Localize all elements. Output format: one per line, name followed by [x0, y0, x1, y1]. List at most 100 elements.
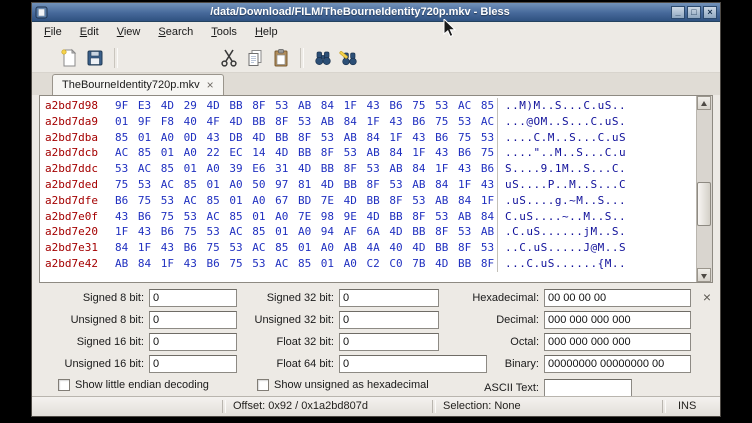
cut-icon: [219, 48, 239, 68]
save-document-icon: [85, 48, 105, 68]
toolbar: [32, 43, 720, 73]
copy-button[interactable]: [242, 45, 268, 71]
menu-item-tools[interactable]: Tools: [202, 22, 246, 43]
decimal-field: Decimal:: [427, 311, 691, 329]
find-button[interactable]: [310, 45, 336, 71]
hexadecimal-input[interactable]: [544, 289, 691, 307]
ascii-text[interactable]: ...C.uS......{M..: [497, 256, 626, 272]
panel-column-right: Hexadecimal:Decimal:Octal:Binary:: [427, 289, 691, 377]
tab-close-icon[interactable]: ×: [207, 80, 214, 90]
hex-bytes[interactable]: 43 B6 75 53 AC 85 01 A0 7E 98 9E 4D BB 8…: [115, 209, 497, 225]
tab-thebourneidentity720p-mkv[interactable]: TheBourneIdentity720p.mkv ×: [52, 74, 224, 95]
statusbar-separator: [662, 400, 666, 413]
hex-bytes[interactable]: AB 84 1F 43 B6 75 53 AC 85 01 A0 C2 C0 7…: [115, 256, 497, 272]
mouse-cursor: [443, 19, 459, 39]
new-document-icon: [59, 48, 79, 68]
close-button[interactable]: ×: [703, 6, 717, 19]
panel-close-icon[interactable]: ×: [703, 291, 711, 303]
checkbox-label: Show little endian decoding: [75, 379, 209, 391]
find-icon: [313, 48, 333, 68]
unsigned-32bit-input[interactable]: [339, 311, 439, 329]
unsigned-8bit-label: Unsigned 8 bit:: [58, 314, 144, 326]
scrollbar-thumb[interactable]: [697, 182, 711, 227]
scroll-up-button[interactable]: [697, 96, 711, 110]
unsigned-16bit-field: Unsigned 16 bit:: [58, 355, 237, 373]
unsigned-8bit-input[interactable]: [149, 311, 237, 329]
ascii-text[interactable]: ..C.uS.....J@M..S: [497, 240, 626, 256]
hex-bytes[interactable]: 01 9F F8 40 4F 4D BB 8F 53 AB 84 1F 43 B…: [115, 114, 497, 130]
vertical-scrollbar[interactable]: [696, 96, 712, 282]
signed-16bit-field: Signed 16 bit:: [58, 333, 237, 351]
hex-row: a2bd7da901 9F F8 40 4F 4D BB 8F 53 AB 84…: [40, 114, 696, 130]
hex-row: a2bd7ded 75 53 AC 85 01 A0 50 97 81 4D BB…: [40, 177, 696, 193]
float-32bit-label: Float 32 bit:: [232, 336, 334, 348]
maximize-button[interactable]: □: [687, 6, 701, 19]
cut-button[interactable]: [216, 45, 242, 71]
signed-16bit-input[interactable]: [149, 333, 237, 351]
new-document-button[interactable]: [56, 45, 82, 71]
ascii-text[interactable]: .uS....g.~M..S...: [497, 193, 626, 209]
menu-item-file[interactable]: File: [35, 22, 71, 43]
hex-row: a2bd7dcbAC 85 01 A0 22 EC 14 4D BB 8F 53…: [40, 145, 696, 161]
ascii-text[interactable]: ...@OM..S...C.uS.: [497, 114, 626, 130]
hex-row: a2bd7ddc53 AC 85 01 A0 39 E6 31 4D BB 8F…: [40, 161, 696, 177]
checkbox-row: Show little endian decoding Show unsigne…: [32, 379, 720, 397]
offset-label: a2bd7e0f: [45, 209, 103, 225]
checkbox-label: Show unsigned as hexadecimal: [274, 379, 429, 391]
ascii-text[interactable]: ..M)M..S...C.uS..: [497, 98, 626, 114]
save-document-button[interactable]: [82, 45, 108, 71]
unsigned-32bit-label: Unsigned 32 bit:: [232, 314, 334, 326]
find-and-replace-icon: [339, 48, 359, 68]
float-32bit-input[interactable]: [339, 333, 439, 351]
statusbar-separator: [222, 400, 226, 413]
offset-label: a2bd7d98: [45, 98, 103, 114]
ascii-text[interactable]: S....9.1M..S...C.: [497, 161, 626, 177]
hex-rows: a2bd7d98 9F E3 4D 29 4D BB 8F 53 AB 84 1F…: [40, 98, 696, 282]
ascii-text[interactable]: .C.uS......jM..S.: [497, 224, 626, 240]
menu-item-view[interactable]: View: [108, 22, 150, 43]
signed-8bit-input[interactable]: [149, 289, 237, 307]
little-endian-checkbox[interactable]: Show little endian decoding: [58, 379, 209, 391]
binary-field: Binary:: [427, 355, 691, 373]
unsigned-hex-checkbox[interactable]: Show unsigned as hexadecimal: [257, 379, 429, 391]
binary-input[interactable]: [544, 355, 691, 373]
signed-32bit-input[interactable]: [339, 289, 439, 307]
hex-bytes[interactable]: 84 1F 43 B6 75 53 AC 85 01 A0 AB 4A 40 4…: [115, 240, 497, 256]
hex-row: a2bd7dfeB6 75 53 AC 85 01 A0 67 BD 7E 4D…: [40, 193, 696, 209]
hexadecimal-label: Hexadecimal:: [427, 292, 539, 304]
paste-icon: [271, 48, 291, 68]
menu-item-help[interactable]: Help: [246, 22, 287, 43]
ascii-text-field: ASCII Text:: [427, 379, 632, 397]
menu-item-search[interactable]: Search: [149, 22, 202, 43]
toolbar-separator: [114, 48, 118, 68]
conversion-panel: Signed 8 bit:Unsigned 8 bit:Signed 16 bi…: [32, 283, 720, 396]
hex-bytes[interactable]: 75 53 AC 85 01 A0 50 97 81 4D BB 8F 53 A…: [115, 177, 497, 193]
unsigned-16bit-input[interactable]: [149, 355, 237, 373]
minimize-button[interactable]: _: [671, 6, 685, 19]
hex-bytes[interactable]: 85 01 A0 0D 43 DB 4D BB 8F 53 AB 84 1F 4…: [115, 130, 497, 146]
checkbox-box[interactable]: [257, 379, 269, 391]
hex-view: a2bd7d98 9F E3 4D 29 4D BB 8F 53 AB 84 1F…: [39, 95, 713, 283]
ascii-text[interactable]: ....C.M..S...C.uS: [497, 130, 626, 146]
offset-label: a2bd7dba: [45, 130, 103, 146]
ascii-text[interactable]: ...."..M..S...C.u: [497, 145, 626, 161]
offset-label: a2bd7ded: [45, 177, 103, 193]
decimal-input[interactable]: [544, 311, 691, 329]
hex-bytes[interactable]: AC 85 01 A0 22 EC 14 4D BB 8F 53 AB 84 1…: [115, 145, 497, 161]
checkbox-box[interactable]: [58, 379, 70, 391]
menu-item-edit[interactable]: Edit: [71, 22, 108, 43]
hex-bytes[interactable]: B6 75 53 AC 85 01 A0 67 BD 7E 4D BB 8F 5…: [115, 193, 497, 209]
hex-bytes[interactable]: 53 AC 85 01 A0 39 E6 31 4D BB 8F 53 AB 8…: [115, 161, 497, 177]
hex-row: a2bd7d98 9F E3 4D 29 4D BB 8F 53 AB 84 1F…: [40, 98, 696, 114]
ascii-text[interactable]: uS....P..M..S...C: [497, 177, 626, 193]
ascii-text-input[interactable]: [544, 379, 632, 397]
scroll-down-button[interactable]: [697, 268, 711, 282]
octal-input[interactable]: [544, 333, 691, 351]
statusbar-selection: Selection: None: [443, 400, 521, 412]
paste-button[interactable]: [268, 45, 294, 71]
hex-bytes[interactable]: 1F 43 B6 75 53 AC 85 01 A0 94 AF 6A 4D B…: [115, 224, 497, 240]
hex-bytes[interactable]: 9F E3 4D 29 4D BB 8F 53 AB 84 1F 43 B6 7…: [115, 98, 497, 114]
find-and-replace-button[interactable]: [336, 45, 362, 71]
offset-label: a2bd7e31: [45, 240, 103, 256]
ascii-text[interactable]: C.uS....~..M..S..: [497, 209, 626, 225]
